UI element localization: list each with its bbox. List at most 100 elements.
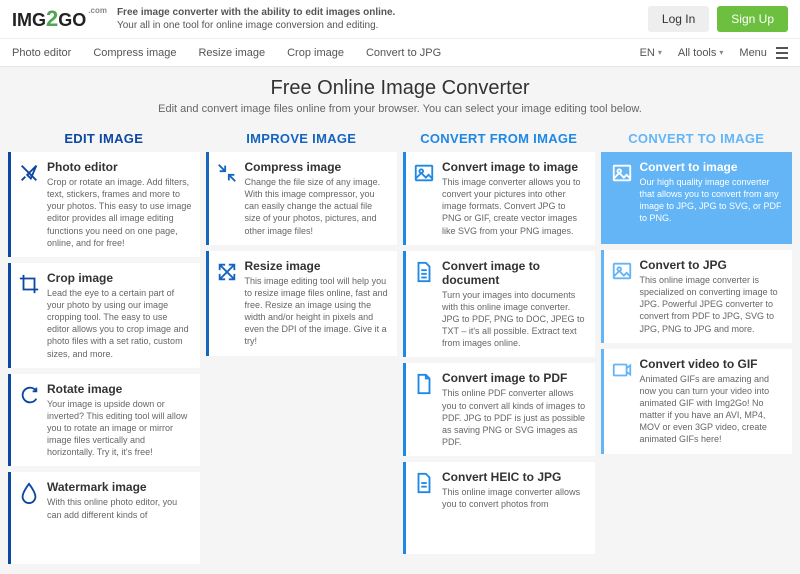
card-convert-to-image[interactable]: Convert to image Our high quality image … bbox=[601, 152, 793, 244]
card-img-to-doc[interactable]: Convert image to document Turn your imag… bbox=[403, 251, 595, 358]
card-desc: Change the file size of any image. With … bbox=[245, 176, 390, 237]
card-body: Resize image This image editing tool wil… bbox=[245, 259, 390, 348]
header-right: Log In Sign Up bbox=[648, 6, 788, 32]
doc-icon bbox=[412, 470, 436, 546]
image-icon bbox=[610, 160, 634, 236]
subnav-compress[interactable]: Compress image bbox=[93, 47, 176, 59]
card-body: Watermark image With this online photo e… bbox=[47, 480, 192, 556]
card-photo-editor[interactable]: Photo editor Crop or rotate an image. Ad… bbox=[8, 152, 200, 257]
card-title: Resize image bbox=[245, 259, 390, 273]
logo-two: 2 bbox=[46, 6, 58, 32]
subnav-convert-jpg[interactable]: Convert to JPG bbox=[366, 47, 441, 59]
card-crop[interactable]: Crop image Lead the eye to a certain par… bbox=[8, 263, 200, 368]
card-title: Convert image to document bbox=[442, 259, 587, 287]
all-tools[interactable]: All tools bbox=[678, 47, 724, 59]
card-title: Rotate image bbox=[47, 382, 192, 396]
tagline-sub: Your all in one tool for online image co… bbox=[117, 20, 378, 31]
card-desc: This image editing tool will help you to… bbox=[245, 275, 390, 348]
tagline: Free image converter with the ability to… bbox=[117, 6, 395, 32]
card-body: Photo editor Crop or rotate an image. Ad… bbox=[47, 160, 192, 249]
card-desc: Turn your images into documents with thi… bbox=[442, 289, 587, 350]
card-title: Photo editor bbox=[47, 160, 192, 174]
columns: EDIT IMAGE Photo editor Crop or rotate a… bbox=[0, 121, 800, 574]
card-body: Convert HEIC to JPG This online image co… bbox=[442, 470, 587, 546]
card-rotate[interactable]: Rotate image Your image is upside down o… bbox=[8, 374, 200, 467]
card-video-to-gif[interactable]: Convert video to GIF Animated GIFs are a… bbox=[601, 349, 793, 454]
card-desc: Animated GIFs are amazing and now you ca… bbox=[640, 373, 785, 446]
resize-icon bbox=[215, 259, 239, 348]
card-heic-to-jpg[interactable]: Convert HEIC to JPG This online image co… bbox=[403, 462, 595, 554]
subnav: Photo editor Compress image Resize image… bbox=[0, 39, 800, 67]
card-convert-to-jpg[interactable]: Convert to JPG This online image convert… bbox=[601, 250, 793, 343]
logo[interactable]: IMG2GO.com bbox=[12, 6, 107, 32]
card-watermark[interactable]: Watermark image With this online photo e… bbox=[8, 472, 200, 564]
signup-button[interactable]: Sign Up bbox=[717, 6, 788, 32]
menu-label: Menu bbox=[739, 47, 767, 59]
card-desc: This online image converter allows you t… bbox=[442, 486, 587, 510]
card-resize[interactable]: Resize image This image editing tool wil… bbox=[206, 251, 398, 356]
card-title: Convert video to GIF bbox=[640, 357, 785, 371]
col-header-to[interactable]: CONVERT TO IMAGE bbox=[601, 125, 793, 152]
lang-switch[interactable]: EN bbox=[640, 47, 662, 59]
lang-label: EN bbox=[640, 47, 655, 59]
all-tools-label: All tools bbox=[678, 47, 717, 59]
card-desc: Lead the eye to a certain part of your p… bbox=[47, 287, 192, 360]
subnav-resize[interactable]: Resize image bbox=[198, 47, 265, 59]
compress-icon bbox=[215, 160, 239, 237]
subnav-left: Photo editor Compress image Resize image… bbox=[12, 47, 441, 59]
rotate-icon bbox=[17, 382, 41, 459]
subnav-crop[interactable]: Crop image bbox=[287, 47, 344, 59]
col-edit: EDIT IMAGE Photo editor Crop or rotate a… bbox=[8, 125, 200, 570]
card-title: Compress image bbox=[245, 160, 390, 174]
subnav-photo-editor[interactable]: Photo editor bbox=[12, 47, 71, 59]
card-desc: Our high quality image converter that al… bbox=[640, 176, 785, 225]
card-body: Convert to image Our high quality image … bbox=[640, 160, 785, 236]
card-body: Crop image Lead the eye to a certain par… bbox=[47, 271, 192, 360]
card-img-to-pdf[interactable]: Convert image to PDF This online PDF con… bbox=[403, 363, 595, 456]
login-button[interactable]: Log In bbox=[648, 6, 709, 32]
water-icon bbox=[17, 480, 41, 556]
video-icon bbox=[610, 357, 634, 446]
pdf-icon bbox=[412, 371, 436, 448]
col-to: CONVERT TO IMAGE Convert to image Our hi… bbox=[601, 125, 793, 570]
card-title: Convert image to PDF bbox=[442, 371, 587, 385]
card-desc: This image converter allows you to conve… bbox=[442, 176, 587, 237]
col-header-edit[interactable]: EDIT IMAGE bbox=[8, 125, 200, 152]
card-title: Convert HEIC to JPG bbox=[442, 470, 587, 484]
col-header-from[interactable]: CONVERT FROM IMAGE bbox=[403, 125, 595, 152]
menu-button[interactable]: Menu bbox=[739, 47, 788, 59]
hero: Free Online Image Converter Edit and con… bbox=[0, 67, 800, 121]
card-title: Watermark image bbox=[47, 480, 192, 494]
card-body: Rotate image Your image is upside down o… bbox=[47, 382, 192, 459]
card-body: Convert image to PDF This online PDF con… bbox=[442, 371, 587, 448]
page-subtitle: Edit and convert image files online from… bbox=[12, 103, 788, 115]
crop-icon bbox=[17, 271, 41, 360]
col-header-improve[interactable]: IMPROVE IMAGE bbox=[206, 125, 398, 152]
logo-go: GO bbox=[58, 10, 86, 31]
image-icon bbox=[412, 160, 436, 237]
card-compress[interactable]: Compress image Change the file size of a… bbox=[206, 152, 398, 245]
image-icon bbox=[610, 258, 634, 335]
top-header: IMG2GO.com Free image converter with the… bbox=[0, 0, 800, 39]
doc-icon bbox=[412, 259, 436, 350]
card-body: Convert image to document Turn your imag… bbox=[442, 259, 587, 350]
header-left: IMG2GO.com Free image converter with the… bbox=[12, 6, 395, 32]
card-img-to-img[interactable]: Convert image to image This image conver… bbox=[403, 152, 595, 245]
card-body: Convert video to GIF Animated GIFs are a… bbox=[640, 357, 785, 446]
card-title: Convert to image bbox=[640, 160, 785, 174]
card-desc: This online PDF converter allows you to … bbox=[442, 387, 587, 448]
logo-img: IMG bbox=[12, 10, 46, 31]
card-desc: Crop or rotate an image. Add filters, te… bbox=[47, 176, 192, 249]
hamburger-icon bbox=[776, 47, 788, 59]
page-title: Free Online Image Converter bbox=[12, 77, 788, 100]
card-title: Convert image to image bbox=[442, 160, 587, 174]
logo-tld: .com bbox=[88, 6, 107, 15]
card-body: Convert to JPG This online image convert… bbox=[640, 258, 785, 335]
card-desc: With this online photo editor, you can a… bbox=[47, 496, 192, 520]
card-desc: Your image is upside down or inverted? T… bbox=[47, 398, 192, 459]
col-from: CONVERT FROM IMAGE Convert image to imag… bbox=[403, 125, 595, 570]
card-title: Crop image bbox=[47, 271, 192, 285]
card-body: Convert image to image This image conver… bbox=[442, 160, 587, 237]
brush-icon bbox=[17, 160, 41, 249]
subnav-right: EN All tools Menu bbox=[640, 47, 788, 59]
